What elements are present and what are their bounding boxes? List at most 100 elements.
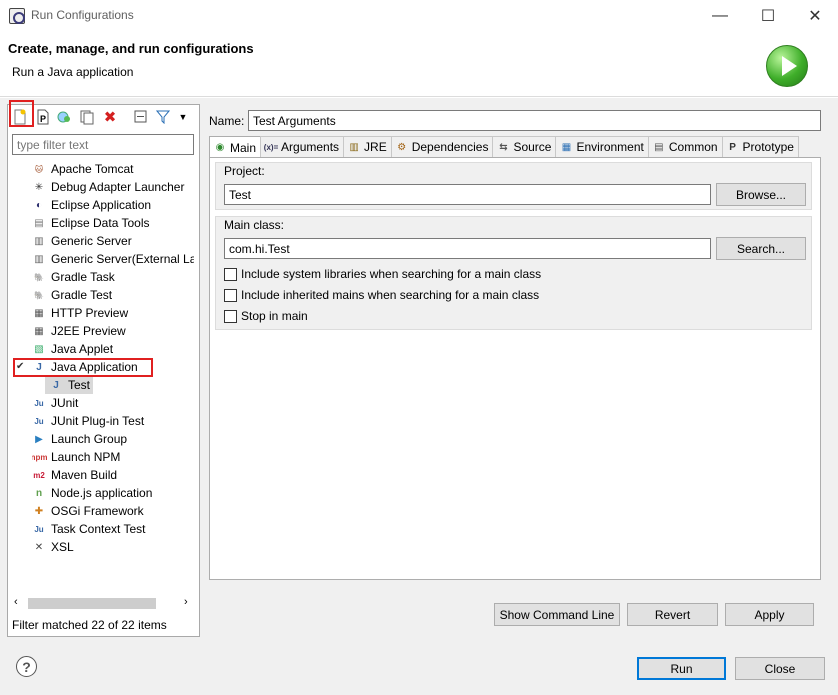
tab-label: Environment bbox=[576, 140, 644, 154]
tree-item[interactable]: n Node.js application bbox=[32, 484, 194, 502]
collapse-all-icon[interactable] bbox=[132, 108, 150, 126]
applet-icon: ▧ bbox=[34, 343, 44, 355]
checkbox-label: Stop in main bbox=[241, 309, 308, 323]
help-icon[interactable]: ? bbox=[16, 656, 37, 677]
tree-item[interactable]: ▥ Generic Server bbox=[32, 232, 194, 250]
new-config-highlight bbox=[9, 100, 34, 127]
tree-item[interactable]: m2 Maven Build bbox=[32, 466, 194, 484]
tree-horizontal-scrollbar[interactable]: ‹ › bbox=[12, 596, 194, 611]
filter-icon[interactable] bbox=[154, 108, 172, 126]
npm-icon: npm bbox=[32, 452, 48, 462]
new-prototype-icon[interactable]: P bbox=[34, 108, 52, 126]
tree-item-label: Maven Build bbox=[51, 468, 118, 482]
svg-text:P: P bbox=[40, 114, 46, 124]
delete-config-icon[interactable]: ✖ bbox=[101, 108, 119, 126]
checkbox-row[interactable]: Stop in main bbox=[224, 308, 541, 324]
run-button[interactable]: Run bbox=[637, 657, 726, 680]
tab-label: JRE bbox=[364, 140, 387, 154]
tree-item[interactable]: Ju JUnit bbox=[32, 394, 194, 412]
tree-item[interactable]: ▧ Java Applet bbox=[32, 340, 194, 358]
tree-item[interactable]: J Test bbox=[32, 376, 194, 394]
show-command-line-button[interactable]: Show Command Line bbox=[494, 603, 620, 626]
view-menu-chevron-icon[interactable]: ▼ bbox=[174, 108, 192, 126]
tree-item[interactable]: ▦ J2EE Preview bbox=[32, 322, 194, 340]
close-window-button[interactable]: ✕ bbox=[792, 0, 838, 31]
minimize-button[interactable]: — bbox=[697, 0, 743, 31]
eclipse-icon: ◐ bbox=[35, 199, 43, 211]
scrollbar-thumb[interactable] bbox=[28, 598, 156, 609]
search-button[interactable]: Search... bbox=[716, 237, 806, 260]
tab-common[interactable]: ▤ Common bbox=[647, 136, 723, 157]
main-class-input[interactable] bbox=[224, 238, 711, 259]
tree-item[interactable]: Ju Task Context Test bbox=[32, 520, 194, 538]
name-label: Name: bbox=[209, 114, 245, 128]
http-icon: ▦ bbox=[34, 307, 44, 319]
tree-item[interactable]: 🐘 Gradle Test bbox=[32, 286, 194, 304]
tree-item-label: Apache Tomcat bbox=[51, 162, 134, 176]
export-config-icon[interactable] bbox=[55, 108, 73, 126]
tab-prototype-icon: P bbox=[729, 141, 736, 153]
tree-item[interactable]: ▥ Generic Server(External Lau bbox=[32, 250, 194, 268]
duplicate-config-icon[interactable] bbox=[78, 108, 96, 126]
tab-main[interactable]: ◉ Main bbox=[209, 136, 262, 158]
header-subtitle: Run a Java application bbox=[12, 65, 134, 79]
tree-item[interactable]: 🐘 Gradle Task bbox=[32, 268, 194, 286]
tab-environment[interactable]: ▦ Environment bbox=[555, 136, 649, 157]
tree-item[interactable]: 🐱 Apache Tomcat bbox=[32, 160, 194, 178]
tab-prototype[interactable]: P Prototype bbox=[721, 136, 799, 157]
tree-item-label: Gradle Test bbox=[51, 288, 113, 302]
tree-item[interactable]: ▶ Launch Group bbox=[32, 430, 194, 448]
tree-item-label: Eclipse Data Tools bbox=[51, 216, 150, 230]
gradle-icon: 🐘 bbox=[34, 272, 44, 282]
tab-label: Common bbox=[668, 140, 718, 154]
tomcat-icon: 🐱 bbox=[34, 164, 44, 174]
filter-status-text: Filter matched 22 of 22 items bbox=[12, 618, 167, 632]
window-title: Run Configurations bbox=[31, 8, 134, 22]
main-class-group: Main class: Search... Include system lib… bbox=[215, 216, 812, 330]
browse-button[interactable]: Browse... bbox=[716, 183, 806, 206]
tree-item[interactable]: ✚ OSGi Framework bbox=[32, 502, 194, 520]
checkbox[interactable] bbox=[224, 309, 237, 323]
tree-item[interactable]: ✕ XSL bbox=[32, 538, 194, 556]
tree-item[interactable]: ▦ HTTP Preview bbox=[32, 304, 194, 322]
config-tabs: ◉ Main (x)= Arguments ▥ JRE ⚙ Dependencies ⇆ Sour… bbox=[209, 136, 799, 158]
tree-item[interactable]: Ju JUnit Plug-in Test bbox=[32, 412, 194, 430]
tree-item-label: Java Applet bbox=[51, 342, 114, 356]
scroll-right-icon[interactable]: › bbox=[184, 596, 188, 608]
config-name-input[interactable] bbox=[248, 110, 821, 131]
tab-common-icon: ▤ bbox=[654, 141, 664, 153]
java-app-icon: J bbox=[53, 379, 59, 391]
tab-arguments[interactable]: (x)= Arguments bbox=[260, 136, 345, 157]
tab-source[interactable]: ⇆ Source bbox=[492, 136, 557, 157]
tree-item[interactable]: ◐ Eclipse Application bbox=[32, 196, 194, 214]
app-icon bbox=[9, 8, 25, 24]
checkbox-label: Include system libraries when searching … bbox=[241, 267, 542, 281]
server-icon: ▥ bbox=[34, 253, 44, 265]
tab-main-icon: ◉ bbox=[215, 142, 225, 153]
tab-environment-icon: ▦ bbox=[561, 141, 572, 153]
tab-jre[interactable]: ▥ JRE bbox=[343, 136, 392, 157]
maximize-button[interactable]: ☐ bbox=[745, 0, 791, 31]
apply-button[interactable]: Apply bbox=[725, 603, 814, 626]
project-label: Project: bbox=[224, 164, 265, 178]
close-button[interactable]: Close bbox=[735, 657, 825, 680]
nodejs-icon: n bbox=[35, 487, 43, 499]
tree-item[interactable]: npm Launch NPM bbox=[32, 448, 194, 466]
scroll-left-icon[interactable]: ‹ bbox=[14, 596, 18, 608]
tab-label: Prototype bbox=[742, 140, 794, 154]
java-application-highlight bbox=[13, 358, 153, 377]
main-class-label: Main class: bbox=[224, 218, 285, 232]
xsl-icon: ✕ bbox=[34, 541, 44, 553]
revert-button[interactable]: Revert bbox=[627, 603, 718, 626]
title-bar: Run Configurations — ☐ ✕ bbox=[0, 0, 838, 31]
tab-dependencies[interactable]: ⚙ Dependencies bbox=[390, 136, 494, 157]
filter-input[interactable] bbox=[12, 134, 194, 155]
checkbox-row[interactable]: Include system libraries when searching … bbox=[224, 266, 541, 282]
checkbox[interactable] bbox=[224, 288, 237, 302]
project-input[interactable] bbox=[224, 184, 711, 205]
tree-item[interactable]: ▤ Eclipse Data Tools bbox=[32, 214, 194, 232]
checkbox-row[interactable]: Include inherited mains when searching f… bbox=[224, 287, 541, 303]
tree-item[interactable]: ✳ Debug Adapter Launcher bbox=[32, 178, 194, 196]
checkbox[interactable] bbox=[224, 267, 237, 281]
checkbox-list: Include system libraries when searching … bbox=[224, 266, 541, 329]
